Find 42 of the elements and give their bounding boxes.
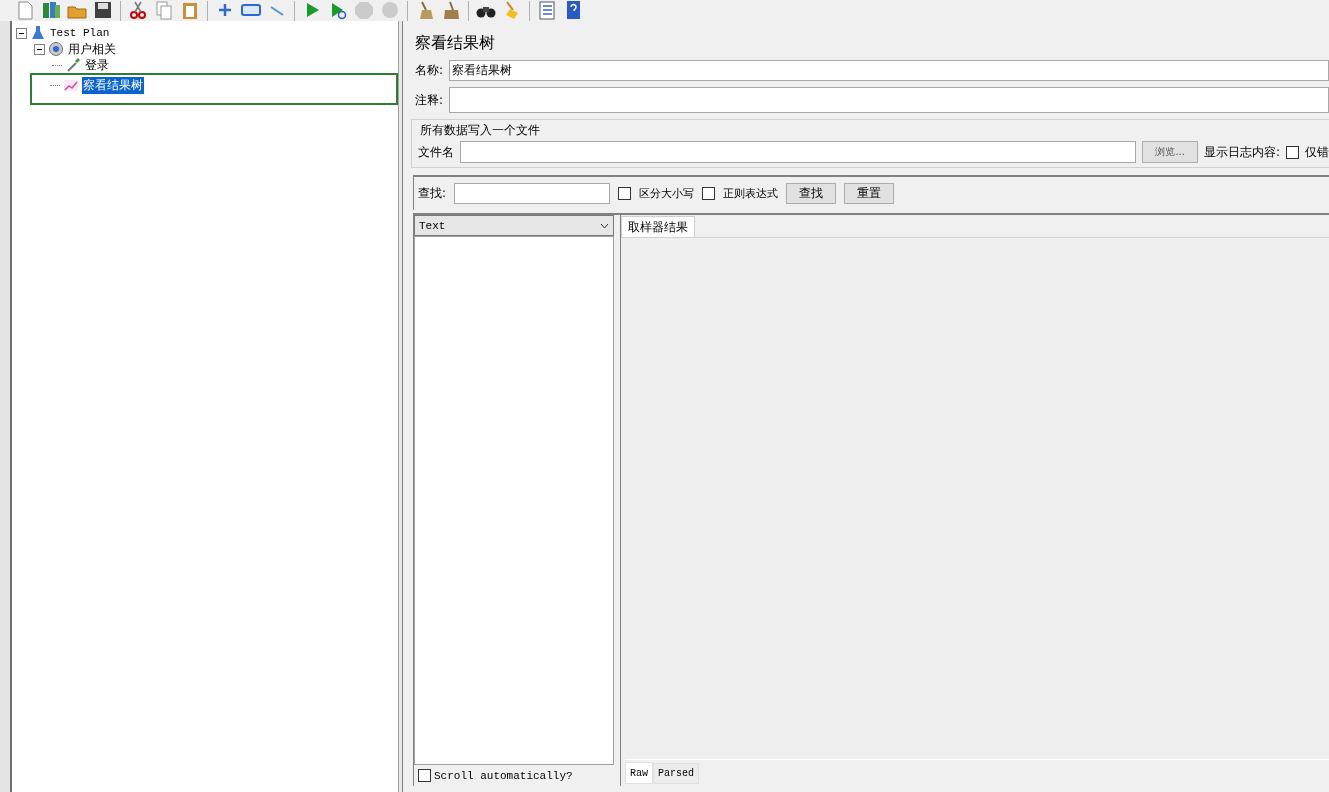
checkbox[interactable] [1286, 145, 1299, 159]
find-button[interactable]: 查找 [786, 183, 837, 204]
checkbox-label: 仅错 [1305, 143, 1329, 161]
gear-icon [48, 41, 64, 57]
books-icon [40, 0, 62, 21]
tree-item[interactable]: 察看结果树 [82, 76, 144, 94]
group-legend: 所有数据写入一个文件 [418, 122, 542, 139]
tab[interactable]: Raw [625, 762, 653, 784]
panel-title: 察看结果树 [415, 33, 496, 54]
collapse-toggle-icon[interactable] [34, 43, 45, 55]
flask-icon [30, 25, 46, 41]
collapse-toggle-icon[interactable] [16, 27, 27, 39]
browse-button[interactable]: 浏览... [1142, 141, 1198, 163]
checkbox-label: 区分大小写 [639, 186, 695, 201]
comment-label: 注释: [415, 91, 444, 109]
file-label: 文件名 [418, 143, 454, 161]
checkbox-label: Scroll automatically? [434, 769, 573, 782]
tree-item[interactable]: 登录 [84, 56, 110, 74]
name-label: 名称: [415, 62, 444, 79]
log-label: 显示日志内容: [1203, 143, 1280, 161]
tree-item[interactable]: 用户相关 [67, 40, 117, 58]
search-label: 查找: [418, 185, 447, 202]
checkbox[interactable] [618, 187, 632, 200]
list-icon [536, 0, 558, 21]
name-field[interactable]: 察看结果树 [449, 60, 1329, 81]
checkbox[interactable] [702, 187, 716, 200]
toolbar-button[interactable] [92, 0, 114, 21]
renderer-dropdown[interactable]: Text [414, 215, 614, 236]
chart-icon [63, 77, 79, 93]
search-field[interactable] [454, 183, 611, 204]
tree-item[interactable]: Test Plan [49, 27, 111, 39]
pipette-icon [65, 57, 81, 73]
reset-button[interactable]: 重置 [844, 183, 895, 204]
file-field[interactable] [460, 141, 1137, 163]
checkbox-label: 正则表达式 [723, 186, 779, 201]
scissors-icon [127, 0, 149, 21]
caret-icon [600, 222, 609, 229]
comment-field[interactable] [449, 87, 1329, 113]
tab[interactable]: 取样器结果 [621, 216, 695, 237]
checkbox[interactable] [418, 769, 431, 782]
tab[interactable]: Parsed [653, 763, 700, 784]
stop-sign-icon [353, 0, 375, 21]
